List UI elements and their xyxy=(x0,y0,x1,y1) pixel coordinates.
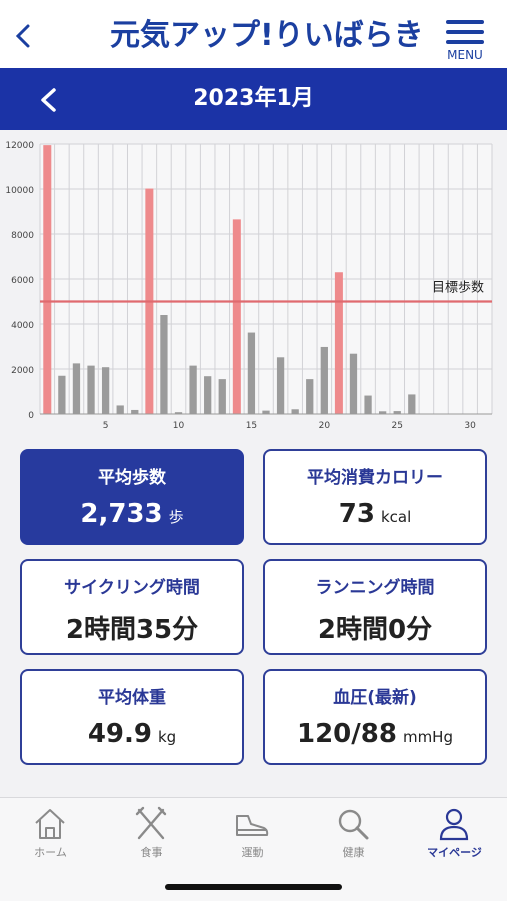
month-title: 2023年1月 xyxy=(193,86,314,111)
bar-day-23 xyxy=(364,395,372,414)
blood-pressure-title: 血圧(最新) xyxy=(333,688,417,708)
avg-weight-value-row: 49.9 kg xyxy=(22,719,242,749)
blood-pressure-value-row: 120/88 mmHg xyxy=(265,719,485,749)
bar-day-16 xyxy=(262,410,270,414)
running-time-card[interactable]: ランニング時間 2時間0分 xyxy=(263,559,487,655)
previous-month-icon[interactable] xyxy=(34,85,64,115)
y-tick-label: 8000 xyxy=(11,231,34,241)
tab-health[interactable]: 健康 xyxy=(303,798,404,868)
y-tick-label: 0 xyxy=(28,411,34,421)
bar-day-5 xyxy=(101,367,110,414)
cycling-time-value: 2時間35分 xyxy=(65,615,199,645)
avg-weight-value: 49.9 xyxy=(87,719,152,749)
avg-weight-title: 平均体重 xyxy=(98,688,166,708)
month-bar: 2023年1月 xyxy=(0,68,507,130)
bar-day-18 xyxy=(291,409,299,414)
bar-day-2 xyxy=(58,375,66,414)
bar-day-6 xyxy=(116,405,124,414)
y-tick-label: 12000 xyxy=(5,141,34,151)
cycling-time-title: サイクリング時間 xyxy=(64,578,200,598)
avg-calories-title: 平均消費カロリー xyxy=(307,468,443,488)
person-icon xyxy=(439,808,469,841)
x-tick-label: 30 xyxy=(464,421,476,430)
fork-knife-icon xyxy=(135,806,167,840)
bar-day-19 xyxy=(306,379,314,414)
y-tick-label: 2000 xyxy=(11,366,34,376)
cycling-time-card[interactable]: サイクリング時間 2時間35分 xyxy=(20,559,244,655)
bar-day-13 xyxy=(218,379,226,414)
avg-calories-value: 73 xyxy=(338,499,375,529)
tab-health-label: 健康 xyxy=(342,846,365,859)
bar-day-11 xyxy=(189,365,197,414)
top-bar: 元気アップ!りいばらき MENU xyxy=(0,0,507,68)
menu-button[interactable]: MENU xyxy=(440,14,490,64)
tab-mypage-label: マイページ xyxy=(427,846,482,859)
y-tick-label: 10000 xyxy=(5,186,34,196)
shoe-icon xyxy=(236,815,269,836)
avg-steps-unit: 歩 xyxy=(168,508,184,526)
menu-label: MENU xyxy=(447,48,483,62)
blood-pressure-unit: mmHg xyxy=(402,728,453,746)
avg-weight-unit: kg xyxy=(157,728,177,746)
bar-day-17 xyxy=(276,357,285,414)
avg-calories-unit: kcal xyxy=(380,508,412,526)
running-time-title: ランニング時間 xyxy=(315,578,435,598)
running-time-value: 2時間0分 xyxy=(317,615,433,645)
menu-icon xyxy=(446,20,484,24)
bar-day-21 xyxy=(334,272,343,414)
app-logo: 元気アップ!りいばらき xyxy=(110,10,424,60)
x-tick-label: 15 xyxy=(246,421,257,430)
bar-day-20 xyxy=(320,346,328,414)
bar-day-12 xyxy=(204,376,212,414)
tab-exercise[interactable]: 運動 xyxy=(202,798,303,868)
avg-steps-value: 2,733 xyxy=(80,499,163,529)
bar-day-4 xyxy=(87,365,95,414)
bar-day-7 xyxy=(131,409,139,414)
steps-chart: 0 2000 4000 6000 8000 10000 12000 目標歩数 5 10 15 20 25… xyxy=(0,130,507,430)
tab-meal[interactable]: 食事 xyxy=(101,798,202,868)
avg-calories-value-row: 73 kcal xyxy=(265,499,485,529)
tab-mypage[interactable]: マイページ xyxy=(404,798,505,868)
avg-calories-card[interactable]: 平均消費カロリー 73 kcal xyxy=(263,449,487,545)
x-tick-label: 25 xyxy=(391,421,402,430)
bar-day-22 xyxy=(349,353,358,414)
home-icon xyxy=(35,809,65,839)
target-label: 目標歩数 xyxy=(432,281,484,296)
tab-meal-label: 食事 xyxy=(140,846,163,859)
avg-weight-card[interactable]: 平均体重 49.9 kg xyxy=(20,669,244,765)
avg-steps-title: 平均歩数 xyxy=(98,468,166,488)
home-indicator xyxy=(165,884,342,890)
x-tick-label: 10 xyxy=(173,421,185,430)
bar-day-26 xyxy=(408,394,416,414)
bar-day-3 xyxy=(72,363,81,414)
steps-chart-svg: 0 2000 4000 6000 8000 10000 12000 目標歩数 5 10 15 20 25… xyxy=(5,141,493,430)
bar-day-9 xyxy=(160,315,168,414)
y-tick-label: 6000 xyxy=(11,276,34,286)
x-tick-label: 20 xyxy=(319,421,331,430)
app-logo-text: 元気アップ!りいばらき xyxy=(110,18,424,53)
bar-day-15 xyxy=(247,332,256,414)
tab-home[interactable]: ホーム xyxy=(0,798,101,868)
bar-day-14 xyxy=(232,219,241,414)
avg-steps-value-row: 2,733 歩 xyxy=(22,499,242,529)
bar-day-1 xyxy=(43,145,52,414)
search-icon xyxy=(338,809,369,840)
x-tick-label: 5 xyxy=(103,421,109,430)
y-tick-label: 4000 xyxy=(11,321,34,331)
tab-exercise-label: 運動 xyxy=(241,846,264,859)
back-icon[interactable] xyxy=(12,22,36,50)
blood-pressure-card[interactable]: 血圧(最新) 120/88 mmHg xyxy=(263,669,487,765)
blood-pressure-value: 120/88 xyxy=(297,719,397,749)
tab-home-label: ホーム xyxy=(34,846,67,859)
avg-steps-card[interactable]: 平均歩数 2,733 歩 xyxy=(20,449,244,545)
